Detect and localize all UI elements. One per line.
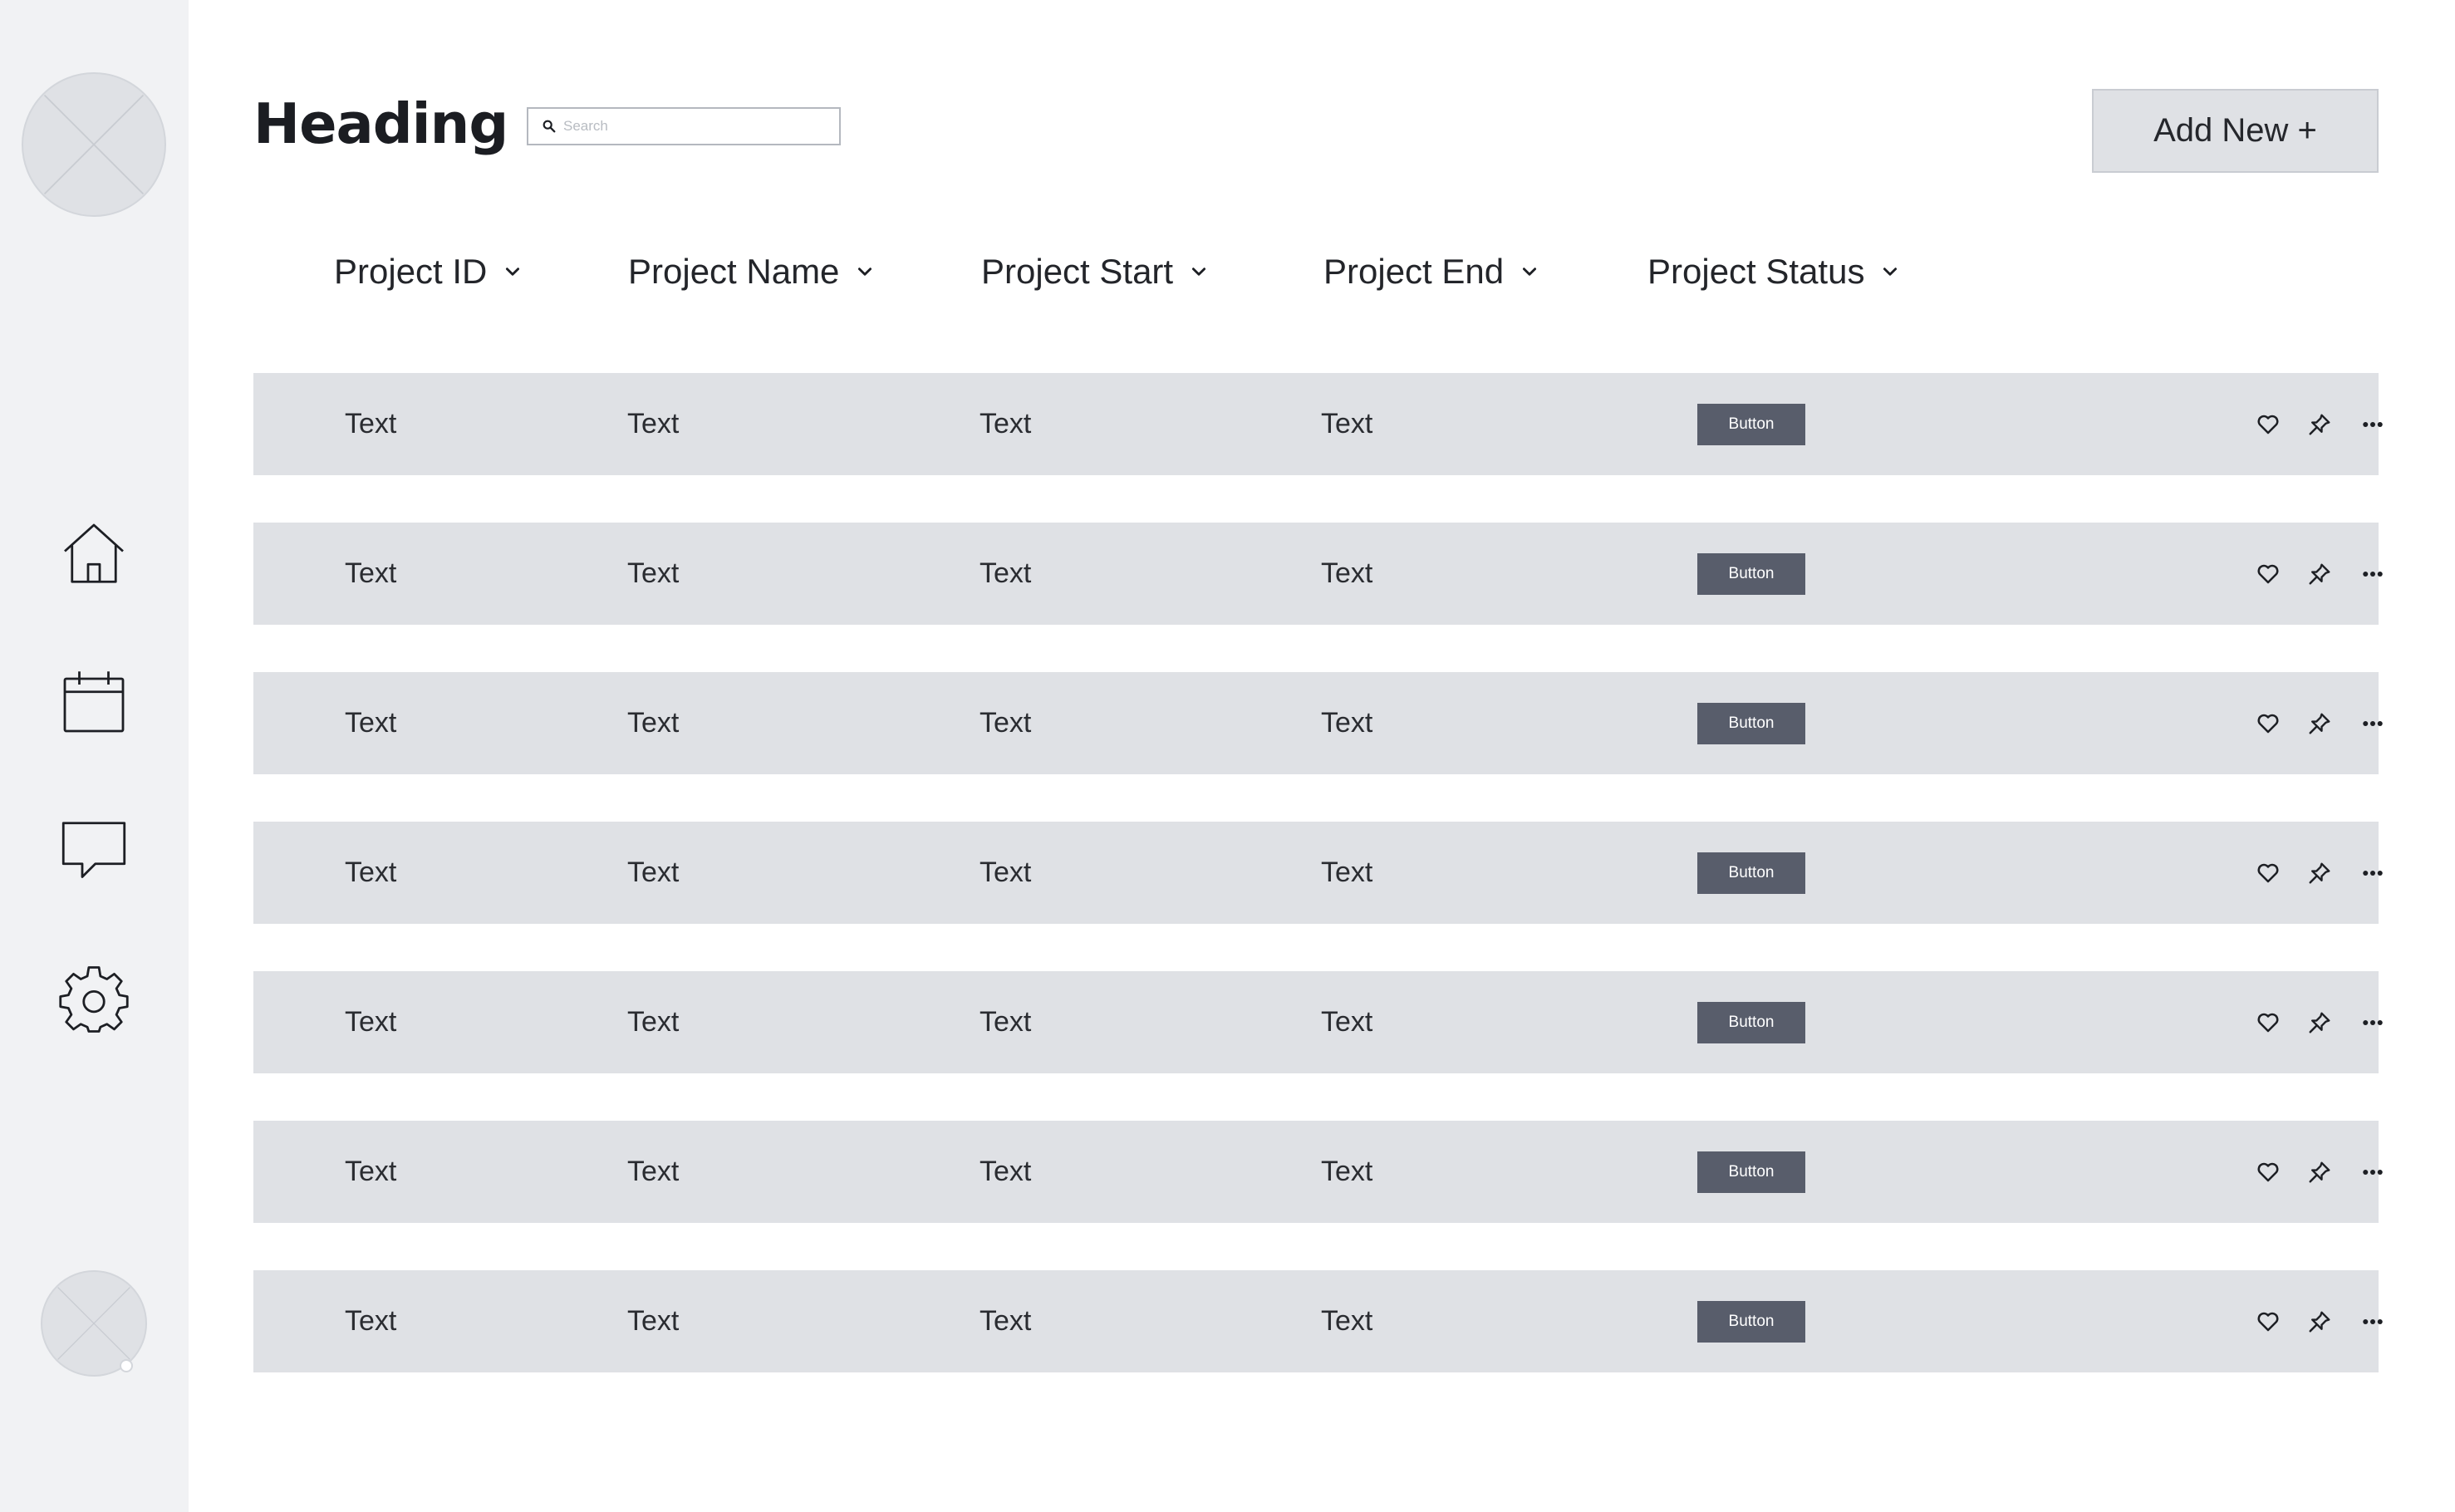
column-label: Project End — [1323, 252, 1505, 291]
heart-icon[interactable] — [2252, 1306, 2284, 1338]
project-name-cell: Text — [627, 1006, 680, 1038]
more-icon[interactable] — [2357, 558, 2389, 590]
project-end-cell: Text — [1321, 1156, 1373, 1187]
page-title: Heading — [253, 91, 508, 156]
project-start-cell: Text — [980, 707, 1032, 739]
col-header-project-start[interactable]: Project Start — [981, 243, 1208, 301]
column-label: Project Status — [1647, 252, 1865, 291]
project-name-cell: Text — [627, 408, 680, 439]
project-end-cell: Text — [1321, 707, 1373, 739]
col-header-project-end[interactable]: Project End — [1323, 243, 1539, 301]
col-header-project-name[interactable]: Project Name — [628, 243, 874, 301]
table-row[interactable]: Text Text Text Text Button — [253, 1270, 2383, 1372]
project-id-cell: Text — [345, 1006, 397, 1038]
project-start-cell: Text — [980, 557, 1032, 589]
home-icon[interactable] — [57, 518, 130, 591]
more-icon[interactable] — [2357, 1007, 2389, 1038]
col-header-project-id[interactable]: Project ID — [334, 243, 522, 301]
project-id-cell: Text — [345, 408, 397, 439]
chevron-down-icon — [506, 268, 520, 276]
project-name-cell: Text — [627, 857, 680, 888]
project-start-cell: Text — [980, 857, 1032, 888]
chevron-down-icon — [1523, 268, 1537, 276]
more-icon[interactable] — [2357, 857, 2389, 889]
pin-icon[interactable] — [2304, 1306, 2335, 1338]
heart-icon[interactable] — [2252, 409, 2284, 440]
placeholder-image-icon — [43, 94, 145, 195]
main-content: Heading Add New + Project ID Project Name… — [189, 0, 2455, 1512]
table-row[interactable]: Text Text Text Text Button — [253, 1121, 2383, 1223]
more-icon[interactable] — [2357, 1156, 2389, 1188]
add-new-button[interactable]: Add New + — [2092, 89, 2379, 173]
project-start-cell: Text — [980, 1156, 1032, 1187]
pin-icon[interactable] — [2304, 1156, 2335, 1188]
project-id-cell: Text — [345, 1156, 397, 1187]
status-button[interactable]: Button — [1697, 1002, 1805, 1043]
project-end-cell: Text — [1321, 408, 1373, 439]
chat-icon[interactable] — [57, 814, 130, 887]
status-button[interactable]: Button — [1697, 1301, 1805, 1343]
calendar-icon[interactable] — [57, 665, 130, 739]
project-id-cell: Text — [345, 707, 397, 739]
project-name-cell: Text — [627, 1305, 680, 1337]
project-end-cell: Text — [1321, 1305, 1373, 1337]
status-button[interactable]: Button — [1697, 703, 1805, 744]
column-label: Project Start — [981, 252, 1174, 291]
search-box[interactable] — [527, 107, 841, 145]
chevron-down-icon — [1883, 268, 1898, 276]
project-end-cell: Text — [1321, 857, 1373, 888]
more-icon[interactable] — [2357, 1306, 2389, 1338]
status-button[interactable]: Button — [1697, 1151, 1805, 1193]
status-button[interactable]: Button — [1697, 553, 1805, 595]
more-icon[interactable] — [2357, 708, 2389, 739]
search-input[interactable] — [563, 118, 829, 135]
search-icon — [543, 120, 556, 133]
chevron-down-icon — [1192, 268, 1206, 276]
profile-avatar[interactable] — [22, 72, 166, 217]
project-name-cell: Text — [627, 707, 680, 739]
table-row[interactable]: Text Text Text Text Button — [253, 523, 2383, 625]
heart-icon[interactable] — [2252, 708, 2284, 739]
project-end-cell: Text — [1321, 1006, 1373, 1038]
pin-icon[interactable] — [2304, 857, 2335, 889]
status-indicator — [120, 1359, 133, 1372]
sidebar — [0, 0, 189, 1512]
project-name-cell: Text — [627, 557, 680, 589]
more-icon[interactable] — [2357, 409, 2389, 440]
table-row[interactable]: Text Text Text Text Button — [253, 672, 2383, 774]
table-row[interactable]: Text Text Text Text Button — [253, 971, 2383, 1073]
heart-icon[interactable] — [2252, 558, 2284, 590]
gear-icon[interactable] — [57, 963, 130, 1036]
pin-icon[interactable] — [2304, 409, 2335, 440]
project-start-cell: Text — [980, 1006, 1032, 1038]
pin-icon[interactable] — [2304, 558, 2335, 590]
project-id-cell: Text — [345, 557, 397, 589]
column-label: Project ID — [334, 252, 488, 291]
table-row[interactable]: Text Text Text Text Button — [253, 373, 2383, 475]
project-start-cell: Text — [980, 408, 1032, 439]
pin-icon[interactable] — [2304, 708, 2335, 739]
project-id-cell: Text — [345, 1305, 397, 1337]
status-button[interactable]: Button — [1697, 404, 1805, 445]
column-label: Project Name — [628, 252, 840, 291]
project-end-cell: Text — [1321, 557, 1373, 589]
table-row[interactable]: Text Text Text Text Button — [253, 822, 2383, 924]
chevron-down-icon — [858, 268, 872, 276]
project-start-cell: Text — [980, 1305, 1032, 1337]
pin-icon[interactable] — [2304, 1007, 2335, 1038]
heart-icon[interactable] — [2252, 857, 2284, 889]
col-header-project-status[interactable]: Project Status — [1647, 243, 1899, 301]
status-button[interactable]: Button — [1697, 852, 1805, 894]
heart-icon[interactable] — [2252, 1156, 2284, 1188]
project-name-cell: Text — [627, 1156, 680, 1187]
project-id-cell: Text — [345, 857, 397, 888]
heart-icon[interactable] — [2252, 1007, 2284, 1038]
